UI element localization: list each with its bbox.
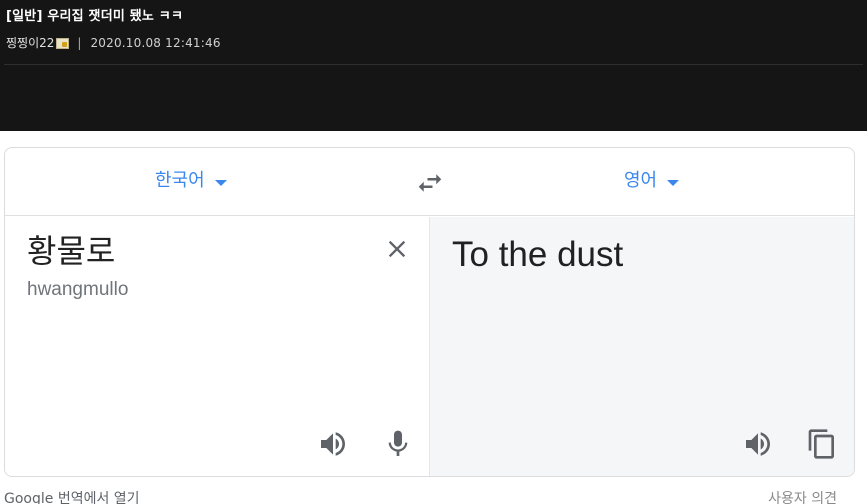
translate-card: 한국어 영어 황물로 hwangmullo To the dust [4,147,855,477]
language-bar: 한국어 영어 [5,148,854,216]
translation-result: To the dust [452,235,624,274]
source-text-input[interactable]: 황물로 [27,231,115,271]
target-language-selector[interactable]: 영어 [624,169,680,193]
target-language-label: 영어 [624,170,658,191]
clear-text-button[interactable] [383,235,411,263]
post-meta: 찡찡이22 | 2020.10.08 12:41:46 [6,35,861,51]
swap-arrows-icon [418,174,442,192]
copy-icon [808,429,834,459]
source-language-label: 한국어 [155,170,205,191]
chevron-down-icon [214,180,227,186]
translate-footer: Google 번역에서 열기 사용자 의견 [0,486,867,504]
microphone-button[interactable] [382,428,414,460]
listen-source-button[interactable] [317,428,349,460]
header-divider [4,64,863,65]
source-language-selector[interactable]: 한국어 [155,169,227,193]
embedded-screenshot: 한국어 영어 황물로 hwangmullo To the dust Google… [0,131,867,504]
swap-languages-button[interactable] [415,168,445,198]
chevron-down-icon [667,180,680,186]
feedback-link[interactable]: 사용자 의견 [768,488,837,504]
nickname-badge-icon [56,37,70,49]
target-pane: To the dust [429,217,854,476]
post-header: [일반] 우리집 잿더미 됐노 ㅋㅋ 찡찡이22 | 2020.10.08 12… [6,8,861,51]
open-in-google-translate-link[interactable]: Google 번역에서 열기 [4,488,140,504]
meta-separator: | [77,36,82,50]
post-title[interactable]: [일반] 우리집 잿더미 됐노 ㅋㅋ [6,8,861,26]
listen-translation-button[interactable] [742,428,774,460]
source-pane: 황물로 hwangmullo [5,217,429,476]
romanization-text: hwangmullo [27,279,129,300]
speaker-icon [746,432,770,456]
copy-translation-button[interactable] [806,428,838,460]
close-icon [388,240,406,258]
speaker-icon [321,432,345,456]
author-name[interactable]: 찡찡이22 [6,35,54,51]
microphone-icon [388,430,408,456]
post-datetime: 2020.10.08 12:41:46 [90,36,221,50]
